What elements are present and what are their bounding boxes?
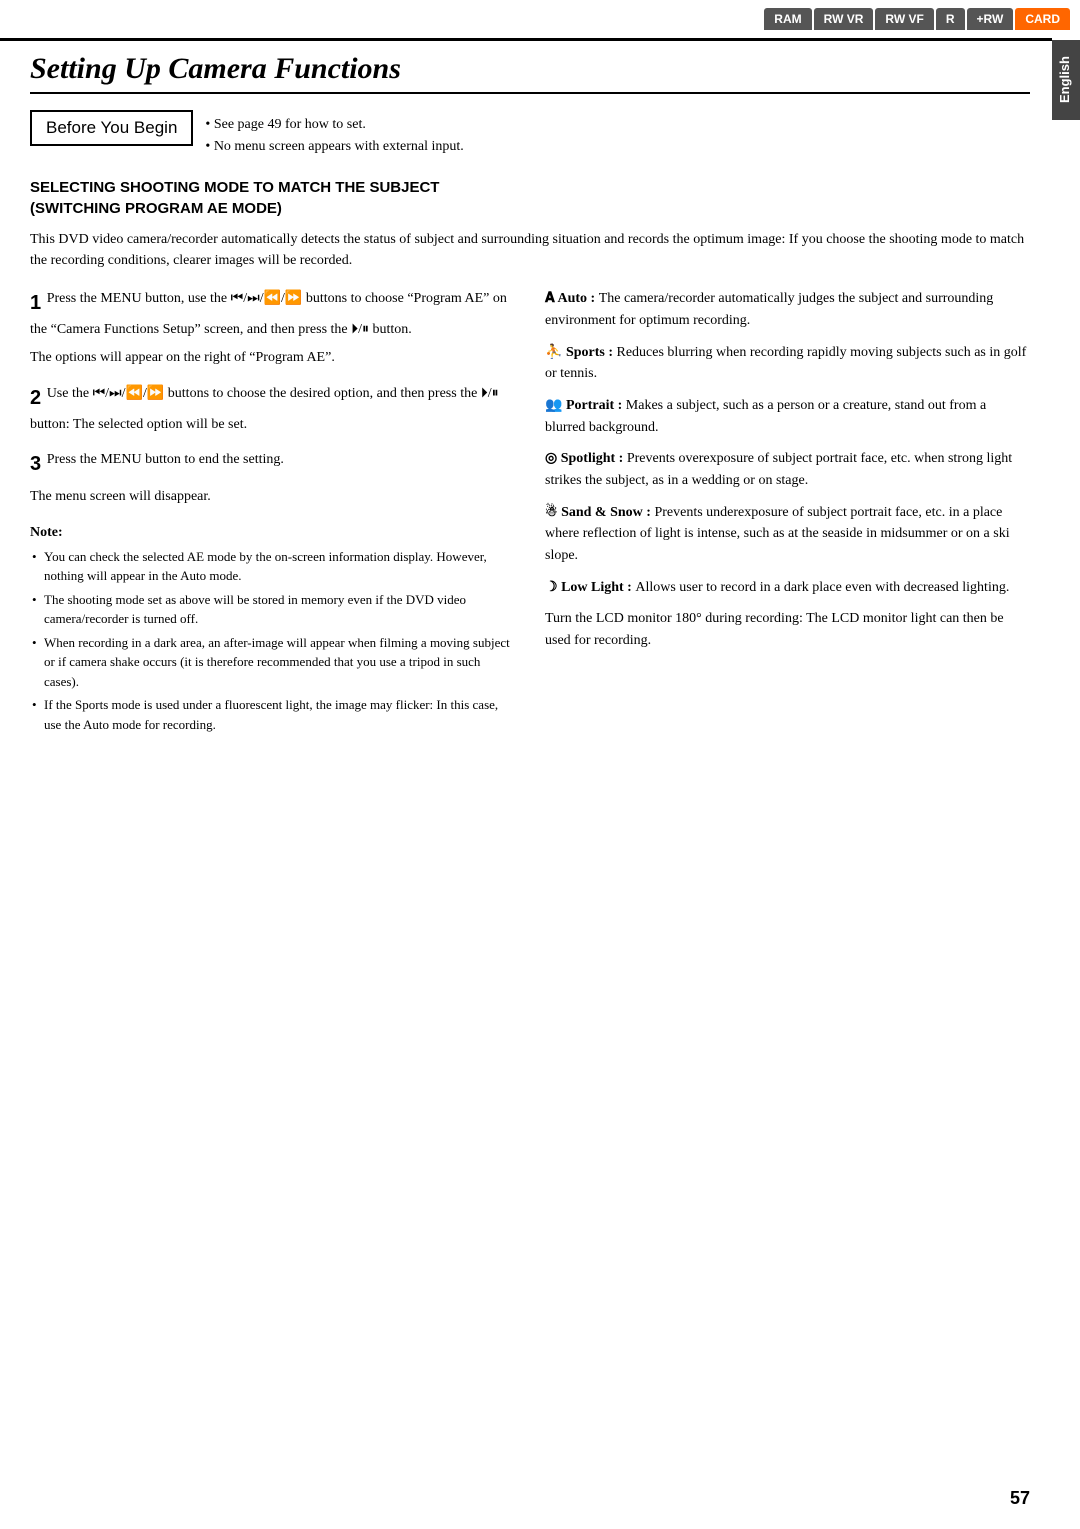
side-language-label: English [1052, 40, 1080, 120]
note-section: Note: You can check the selected AE mode… [30, 522, 515, 735]
before-begin-row: Before You Begin See page 49 for how to … [30, 110, 1030, 159]
tab-plus-rw[interactable]: +RW [967, 8, 1014, 30]
step-3: 3 Press the MENU button to end the setti… [30, 449, 515, 508]
left-column: 1 Press the MENU button, use the ⏮/⏭/⏪/⏩… [30, 288, 515, 738]
auto-text: The camera/recorder automatically judges… [545, 291, 993, 328]
note-item-1: You can check the selected AE mode by th… [30, 547, 515, 586]
note-list: You can check the selected AE mode by th… [30, 547, 515, 735]
tab-bar: RAM RW VR RW VF R +RW CARD [764, 0, 1080, 30]
step-2-number: 2 [30, 387, 47, 409]
spotlight-icon: ◎ Spotlight : [545, 451, 627, 466]
step-2-text: Use the ⏮/⏭/⏪/⏩ buttons to choose the de… [30, 386, 499, 432]
tab-rwvf[interactable]: RW VF [875, 8, 933, 30]
sand-snow-icon: ☃ Sand & Snow : [545, 505, 654, 520]
right-item-sports: ⛹ Sports : Reduces blurring when recordi… [545, 342, 1030, 385]
right-item-portrait: 👥 Portrait : Makes a subject, such as a … [545, 395, 1030, 438]
right-item-sand-snow: ☃ Sand & Snow : Prevents underexposure o… [545, 502, 1030, 567]
tab-ram[interactable]: RAM [764, 8, 811, 30]
step-3-text: Press the MENU button to end the setting… [47, 452, 284, 467]
before-begin-item-2: No menu screen appears with external inp… [205, 136, 463, 158]
top-divider [0, 38, 1052, 41]
tab-card[interactable]: CARD [1015, 8, 1070, 30]
page-number: 57 [1010, 1488, 1030, 1509]
step-3-sub: The menu screen will disappear. [30, 486, 515, 508]
step-1-text: Press the MENU button, use the ⏮/⏭/⏪/⏩ b… [30, 291, 507, 337]
note-label: Note: [30, 525, 63, 540]
portrait-icon: 👥 Portrait : [545, 398, 626, 413]
tab-rwvr[interactable]: RW VR [814, 8, 874, 30]
main-content: Setting Up Camera Functions Before You B… [30, 42, 1030, 1489]
before-begin-item-1: See page 49 for how to set. [205, 114, 463, 136]
before-begin-label: Before You Begin [30, 110, 193, 146]
low-light-text: Allows user to record in a dark place ev… [635, 580, 1009, 595]
right-column: 𝐀 Auto : The camera/recorder automatical… [545, 288, 1030, 738]
page-title: Setting Up Camera Functions [30, 52, 1030, 94]
tab-r[interactable]: R [936, 8, 965, 30]
step-1: 1 Press the MENU button, use the ⏮/⏭/⏪/⏩… [30, 288, 515, 368]
note-item-2: The shooting mode set as above will be s… [30, 590, 515, 629]
note-item-3: When recording in a dark area, an after-… [30, 633, 515, 692]
low-light-icon: ☽ Low Light : [545, 580, 635, 595]
step-2: 2 Use the ⏮/⏭/⏪/⏩ buttons to choose the … [30, 383, 515, 436]
sports-text: Reduces blurring when recording rapidly … [545, 345, 1026, 382]
before-begin-content: See page 49 for how to set. No menu scre… [205, 110, 463, 159]
note-item-4: If the Sports mode is used under a fluor… [30, 695, 515, 734]
auto-icon: 𝐀 Auto : [545, 291, 599, 306]
two-column-layout: 1 Press the MENU button, use the ⏮/⏭/⏪/⏩… [30, 288, 1030, 738]
sports-icon: ⛹ Sports : [545, 345, 617, 360]
step-1-sub: The options will appear on the right of … [30, 347, 515, 369]
lcd-note: Turn the LCD monitor 180° during recordi… [545, 608, 1030, 651]
right-item-low-light: ☽ Low Light : Allows user to record in a… [545, 577, 1030, 599]
step-3-number: 3 [30, 453, 47, 475]
right-item-spotlight: ◎ Spotlight : Prevents overexposure of s… [545, 448, 1030, 491]
section-heading: SELECTING SHOOTING MODE TO MATCH THE SUB… [30, 177, 1030, 219]
right-item-auto: 𝐀 Auto : The camera/recorder automatical… [545, 288, 1030, 331]
step-1-number: 1 [30, 292, 47, 314]
intro-paragraph: This DVD video camera/recorder automatic… [30, 229, 1030, 272]
